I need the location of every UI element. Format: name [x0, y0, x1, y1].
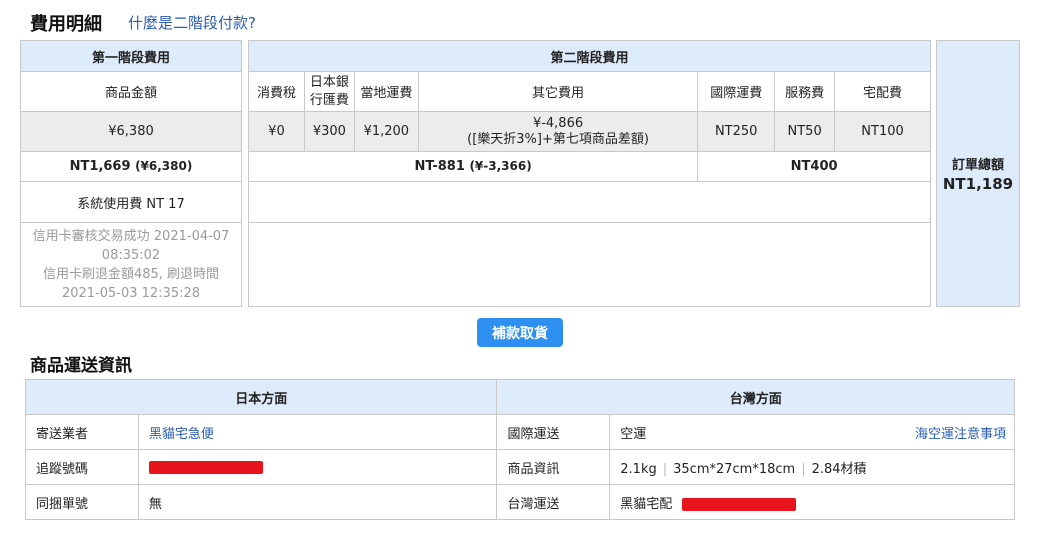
col-intl-shipping: 國際運費 [697, 71, 776, 112]
fee-section-title: 費用明細 [30, 14, 102, 35]
card-status-line: 08:35:02 [101, 247, 161, 263]
order-total: 訂單總額 NT1,189 [936, 40, 1020, 307]
tw-delivery-cell: 黑貓宅配 [609, 484, 1015, 520]
col-local-shipping: 當地運費 [353, 71, 419, 112]
tw-tracking-redacted [682, 497, 797, 511]
tracking-number-redacted [148, 460, 263, 474]
stage2-subtotal-sub: (¥-3,366) [469, 159, 532, 173]
card-status-line: 信用卡審核交易成功 2021-04-07 [32, 228, 230, 244]
local-shipping-value: ¥1,200 [353, 111, 419, 152]
pay-and-pickup-button[interactable]: 補款取貨 [477, 318, 563, 347]
intl-shipping-cell: 空運 海空運注意事項 [609, 414, 1015, 450]
taiwan-header: 台灣方面 [496, 379, 1015, 415]
col-bank-fee: 日本銀 行匯費 [303, 71, 355, 112]
shipping-section-title: 商品運送資訊 [30, 356, 132, 376]
table-row: 同捆單號 無 台灣運送 黑貓宅配 [25, 484, 1015, 520]
stage1-total-sub: (¥6,380) [135, 159, 193, 173]
stage1-total: NT1,669 (¥6,380) [20, 151, 242, 182]
col-delivery-fee: 宅配費 [834, 71, 931, 112]
stage2-subtotal-nt: NT400 [697, 151, 931, 182]
product-weight: 2.1kg [620, 461, 657, 477]
stage2-empty-row [248, 181, 931, 223]
shipping-notes-link[interactable]: 海空運注意事項 [915, 423, 1006, 442]
col-tax: 消費稅 [248, 71, 305, 112]
intl-shipping-method: 空運 [620, 426, 647, 442]
order-total-value: NT1,189 [942, 175, 1014, 193]
table-row: 追蹤號碼 商品資訊 2.1kg | 35cm*27cm*18cm | 2.84材積 [25, 449, 1015, 485]
product-volume: 2.84材積 [811, 461, 867, 477]
tracking-label: 追蹤號碼 [25, 449, 139, 485]
stage1-fee-table: 第一階段費用 商品金額 ¥6,380 NT1,669 (¥6,380) 系統使用… [20, 40, 242, 307]
card-status: 信用卡審核交易成功 2021-04-07 08:35:02 信用卡刷退金額485… [20, 222, 242, 307]
bundle-value: 無 [137, 484, 498, 520]
stage2-subtotal-main: NT-881 [414, 159, 465, 174]
system-fee: 系統使用費 NT 17 [20, 181, 242, 223]
product-info-label: 商品資訊 [496, 449, 611, 485]
order-total-table: 訂單總額 NT1,189 [936, 40, 1020, 307]
stage2-header: 第二階段費用 [248, 40, 931, 72]
table-row: 寄送業者 黑貓宅急便 國際運送 空運 海空運注意事項 [25, 414, 1015, 450]
carrier-link[interactable]: 黑貓宅急便 [137, 414, 498, 450]
other-fees-amount: ¥-4,866 [532, 115, 584, 131]
product-info-cell: 2.1kg | 35cm*27cm*18cm | 2.84材積 [609, 449, 1015, 485]
divider: | [801, 461, 806, 477]
stage1-header: 第一階段費用 [20, 40, 242, 72]
col-bank-fee-line: 日本銀 [309, 74, 349, 90]
tracking-value [137, 449, 498, 485]
service-fee-value: NT50 [774, 111, 836, 152]
delivery-fee-value: NT100 [834, 111, 931, 152]
intl-shipping-label: 國際運送 [496, 414, 611, 450]
two-stage-payment-help-link[interactable]: 什麼是二階段付款? [128, 12, 256, 33]
stage1-amount: ¥6,380 [20, 111, 242, 152]
bank-fee-value: ¥300 [303, 111, 355, 152]
col-bank-fee-line: 行匯費 [309, 92, 349, 108]
stage2-subtotal: NT-881 (¥-3,366) [247, 151, 699, 182]
tw-delivery-carrier: 黑貓宅配 [620, 496, 673, 512]
order-total-label: 訂單總額 [951, 158, 1004, 173]
product-dimensions: 35cm*27cm*18cm [673, 461, 796, 477]
intl-shipping-value: NT250 [697, 111, 776, 152]
other-fees-note: ([樂天折3%]+第七項商品差額) [467, 131, 649, 147]
other-fees-value: ¥-4,866 ([樂天折3%]+第七項商品差額) [417, 111, 699, 152]
carrier-label: 寄送業者 [25, 414, 139, 450]
card-status-line: 2021-05-03 12:35:28 [61, 285, 201, 301]
stage2-empty-row [248, 222, 931, 307]
stage1-col-label: 商品金額 [20, 71, 242, 112]
col-service-fee: 服務費 [774, 71, 836, 112]
divider: | [662, 461, 668, 477]
tax-value: ¥0 [248, 111, 305, 152]
tw-delivery-label: 台灣運送 [496, 484, 611, 520]
shipping-table: 日本方面 台灣方面 寄送業者 黑貓宅急便 國際運送 空運 海空運注意事項 追蹤號… [24, 379, 1015, 520]
col-other-fees: 其它費用 [417, 71, 699, 112]
bundle-label: 同捆單號 [25, 484, 139, 520]
card-status-line: 信用卡刷退金額485, 刷退時間 [42, 266, 220, 282]
stage1-total-main: NT1,669 [69, 159, 131, 174]
stage2-fee-table: 第二階段費用 消費稅 日本銀 行匯費 當地運費 其它費用 國際運費 服務費 宅配… [247, 40, 931, 307]
japan-header: 日本方面 [24, 379, 498, 415]
